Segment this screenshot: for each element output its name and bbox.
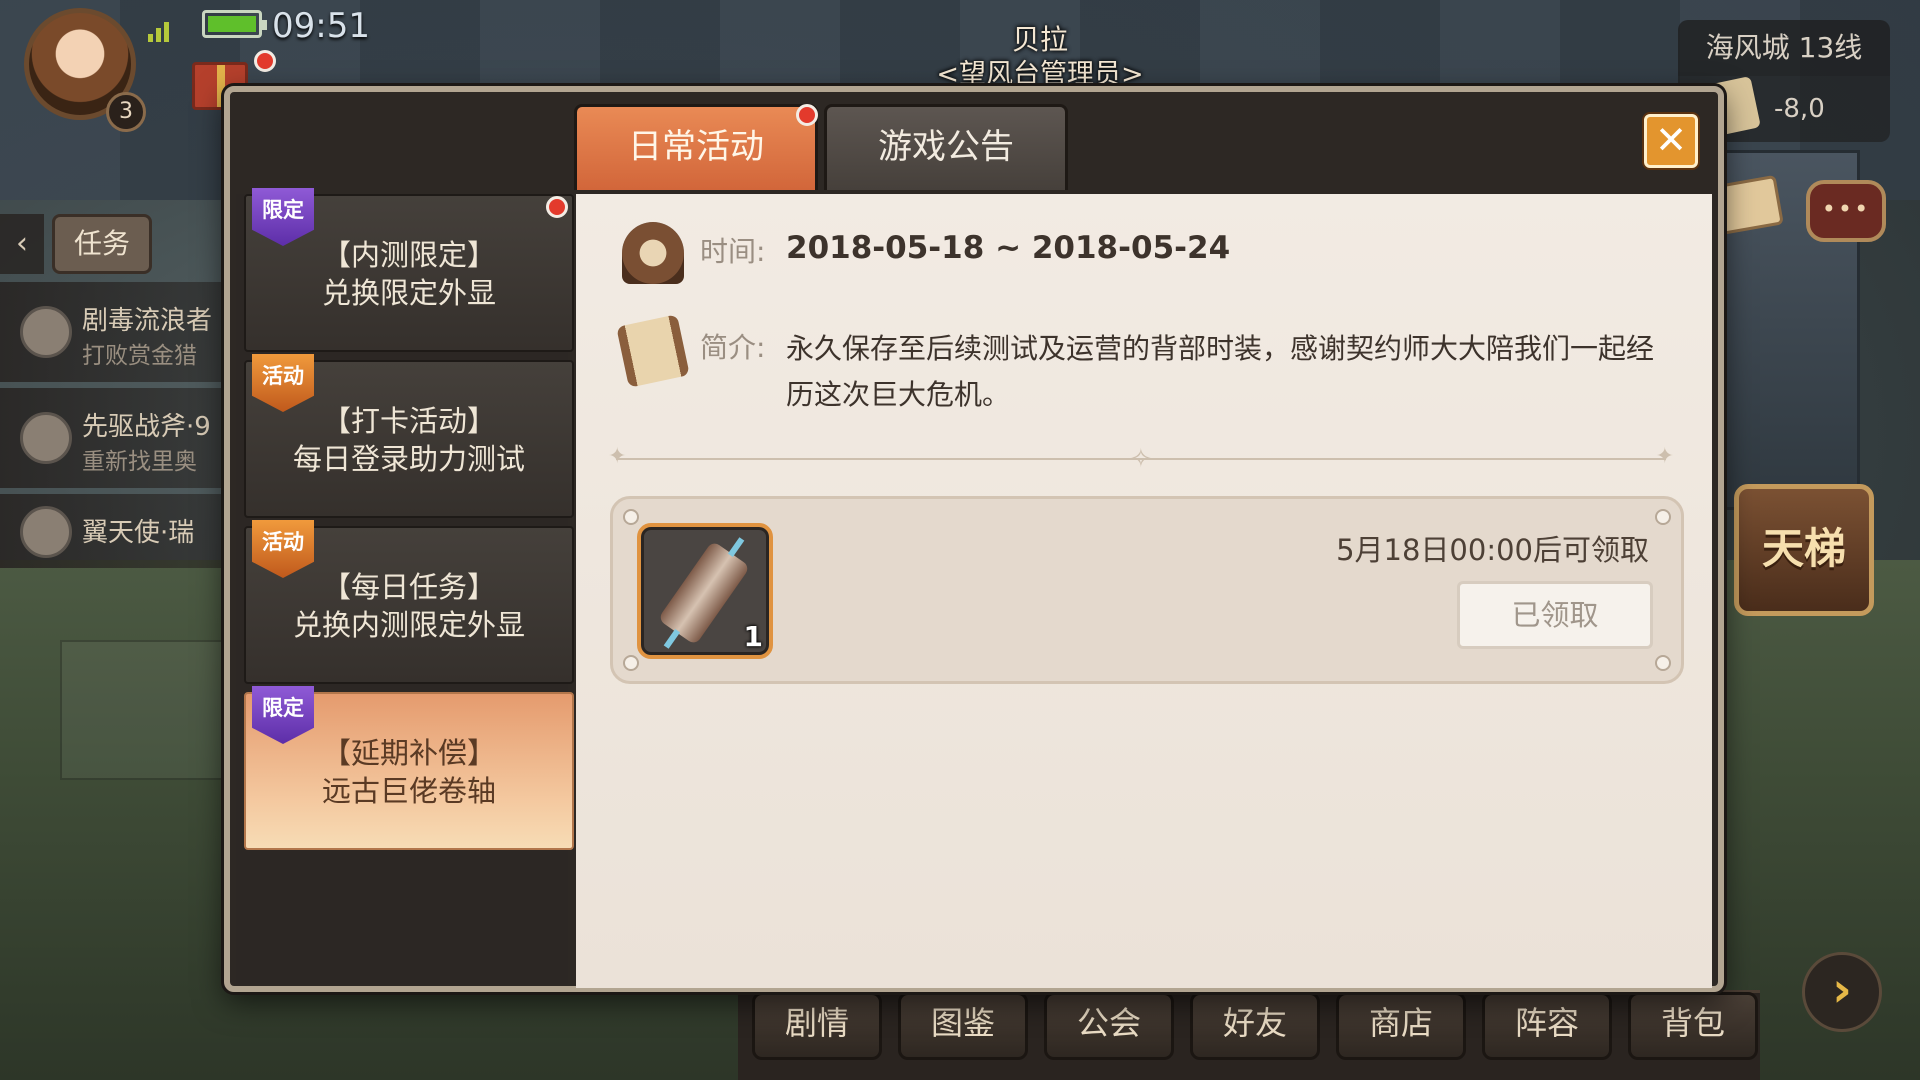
- reward-item-slot[interactable]: 1: [637, 523, 773, 659]
- close-icon[interactable]: ✕: [1644, 114, 1698, 168]
- rivet: [1655, 655, 1671, 671]
- menu-codex-button[interactable]: 图鉴: [898, 992, 1028, 1060]
- quest-title: 翼天使·瑞: [82, 518, 195, 548]
- rivet: [623, 655, 639, 671]
- quest-subtitle: 打败赏金猎: [82, 343, 197, 369]
- menu-bag-button[interactable]: 背包: [1628, 992, 1758, 1060]
- player-level-badge: 3: [106, 92, 146, 132]
- chat-icon[interactable]: •••: [1806, 180, 1886, 242]
- server-line-badge[interactable]: 海风城 13线: [1678, 20, 1890, 76]
- activity-sidebar: 限定 【内测限定】 兑换限定外显 活动 【打卡活动】 每日登录助力测试 活动 【…: [236, 188, 574, 984]
- menu-guild-button[interactable]: 公会: [1044, 992, 1174, 1060]
- sidebar-item-label: 【延期补偿】 远古巨佬卷轴: [321, 736, 496, 808]
- item-count: 1: [743, 620, 763, 653]
- divider-ornament: ✧: [1130, 444, 1152, 474]
- sky-ladder-button[interactable]: 天梯: [1734, 484, 1874, 616]
- activity-dialog: 日常活动 游戏公告 ✕ 限定 【内测限定】 兑换限定外显 活动 【打卡活动】 每…: [224, 86, 1724, 992]
- quest-item[interactable]: 翼天使·瑞: [0, 494, 230, 568]
- menu-friends-button[interactable]: 好友: [1190, 992, 1320, 1060]
- sidebar-item-label: 【内测限定】 兑换限定外显: [321, 238, 496, 310]
- gift-notice-dot: [254, 50, 276, 72]
- ancient-scroll-icon: [657, 540, 751, 646]
- time-label: 时间:: [700, 235, 766, 268]
- tab-notice-dot: [796, 104, 818, 126]
- reward-panel: 1 5月18日00:00后可领取 已领取: [610, 496, 1684, 684]
- claimed-button[interactable]: 已领取: [1457, 581, 1653, 649]
- tab-game-announcements[interactable]: 游戏公告: [824, 104, 1068, 190]
- quest-icon: [20, 506, 72, 558]
- sidebar-item-label: 【打卡活动】 每日登录助力测试: [292, 404, 525, 476]
- battery-icon: [202, 10, 267, 38]
- claim-time-text: 5月18日00:00后可领取: [1336, 533, 1649, 567]
- rivet: [623, 509, 639, 525]
- scroll-icon: [616, 314, 690, 388]
- signal-icon: [148, 18, 178, 42]
- sidebar-item-label: 【每日任务】 兑换内测限定外显: [292, 570, 525, 642]
- menu-shop-button[interactable]: 商店: [1336, 992, 1466, 1060]
- activity-detail-panel: 时间: 2018-05-18 ~ 2018-05-24 简介: 永久保存至后续测…: [576, 194, 1712, 988]
- tab-daily-activities[interactable]: 日常活动: [574, 104, 818, 190]
- chevron-right-icon[interactable]: ›: [1802, 952, 1882, 1032]
- time-value: 2018-05-18 ~ 2018-05-24: [786, 230, 1231, 266]
- sidebar-item-delay-compensation[interactable]: 限定 【延期补偿】 远古巨佬卷轴: [244, 686, 574, 850]
- quest-title: 先驱战斧·9: [82, 412, 211, 442]
- quest-icon: [20, 306, 72, 358]
- menu-story-button[interactable]: 剧情: [752, 992, 882, 1060]
- menu-lineup-button[interactable]: 阵容: [1482, 992, 1612, 1060]
- description-label: 简介:: [700, 331, 766, 364]
- quest-icon: [20, 412, 72, 464]
- sidebar-item-daily-tasks[interactable]: 活动 【每日任务】 兑换内测限定外显: [244, 520, 574, 684]
- clock: 09:51: [272, 6, 370, 46]
- quest-item[interactable]: 剧毒流浪者 打败赏金猎: [0, 282, 230, 382]
- sidebar-item-checkin[interactable]: 活动 【打卡活动】 每日登录助力测试: [244, 354, 574, 518]
- sidebar-item-beta-exclusive[interactable]: 限定 【内测限定】 兑换限定外显: [244, 188, 574, 352]
- quest-tab[interactable]: 任务: [52, 214, 152, 274]
- quest-collapse-button[interactable]: ‹: [0, 214, 44, 274]
- description-text: 永久保存至后续测试及运营的背部时装，感谢契约师大大陪我们一起经历这次巨大危机。: [786, 332, 1655, 411]
- quest-subtitle: 重新找里奥: [82, 449, 197, 475]
- quest-title: 剧毒流浪者: [82, 306, 213, 336]
- quest-item[interactable]: 先驱战斧·9 重新找里奥: [0, 388, 230, 488]
- sidebar-notice-dot: [546, 196, 568, 218]
- clock-icon: [622, 222, 684, 284]
- rivet: [1655, 509, 1671, 525]
